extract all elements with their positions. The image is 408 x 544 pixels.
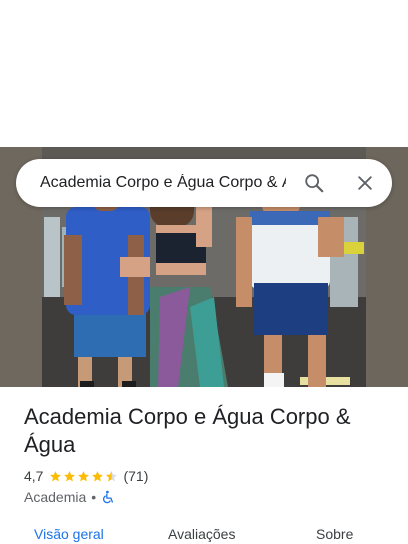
tab-reviews[interactable]: Avaliações (168, 526, 235, 542)
review-count[interactable]: (71) (123, 468, 148, 484)
place-category: Academia (24, 489, 87, 505)
search-icon (305, 174, 324, 193)
close-button[interactable] (353, 171, 377, 195)
search-bar[interactable]: Academia Corpo e Água Corpo & Água (16, 159, 392, 207)
rating-row[interactable]: 4,7 (71) (24, 467, 148, 485)
rating-value: 4,7 (24, 468, 44, 484)
star-icon (78, 470, 90, 481)
star-icon (92, 470, 104, 481)
star-icon (50, 470, 62, 481)
separator: • (91, 489, 97, 505)
category-row: Academia • (24, 488, 115, 506)
tab-overview[interactable]: Visão geral (34, 526, 104, 542)
star-rating (49, 470, 119, 483)
wheelchair-icon (103, 490, 114, 504)
place-title: Academia Corpo e Água Corpo & Água (24, 404, 351, 457)
tab-about[interactable]: Sobre (316, 526, 353, 542)
star-icon (64, 470, 76, 481)
star-half-icon (106, 470, 118, 481)
close-icon (358, 176, 372, 190)
place-tabs: Visão geral Avaliações Sobre (0, 524, 408, 544)
search-button[interactable] (302, 171, 326, 195)
search-input[interactable]: Academia Corpo e Água Corpo & Água (40, 174, 286, 192)
